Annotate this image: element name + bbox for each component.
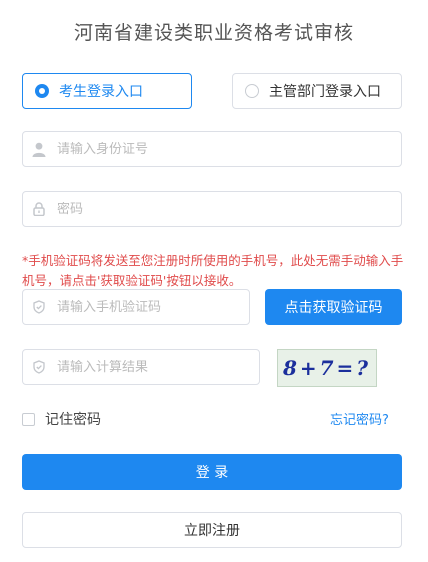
- radio-unselected-icon: [245, 84, 259, 98]
- tab-department-login-label: 主管部门登录入口: [269, 84, 381, 100]
- remember-password-label: 记住密码: [45, 412, 101, 428]
- forgot-password-link[interactable]: 忘记密码?: [330, 409, 389, 428]
- login-button[interactable]: 登 录: [22, 454, 402, 490]
- calc-result-field: [22, 349, 260, 385]
- tab-candidate-login[interactable]: 考生登录入口: [22, 73, 192, 109]
- get-sms-code-button[interactable]: 点击获取验证码: [265, 289, 402, 325]
- captcha-image[interactable]: 8+7=?: [277, 349, 377, 387]
- calc-result-input[interactable]: [57, 359, 246, 375]
- password-input[interactable]: [57, 201, 360, 217]
- id-number-input[interactable]: [57, 141, 360, 157]
- radio-selected-icon: [35, 84, 49, 98]
- sms-code-input[interactable]: [57, 299, 238, 315]
- sms-code-field: [22, 289, 250, 325]
- password-field: [22, 191, 402, 227]
- remember-password[interactable]: 记住密码: [22, 409, 101, 429]
- tab-department-login[interactable]: 主管部门登录入口: [232, 73, 402, 109]
- id-number-field: [22, 131, 402, 167]
- remember-password-checkbox[interactable]: [22, 412, 35, 426]
- shield-icon: [31, 359, 47, 375]
- user-icon: [31, 141, 47, 157]
- page-title: 河南省建设类职业资格考试审核: [73, 22, 354, 44]
- tab-candidate-login-label: 考生登录入口: [59, 84, 143, 100]
- shield-icon: [31, 299, 47, 315]
- sms-notice-text: *手机验证码将发送至您注册时所使用的手机号，此处无需手动输入手机号，请点击'获取…: [22, 253, 404, 288]
- register-button[interactable]: 立即注册: [22, 512, 402, 548]
- lock-icon: [31, 201, 47, 217]
